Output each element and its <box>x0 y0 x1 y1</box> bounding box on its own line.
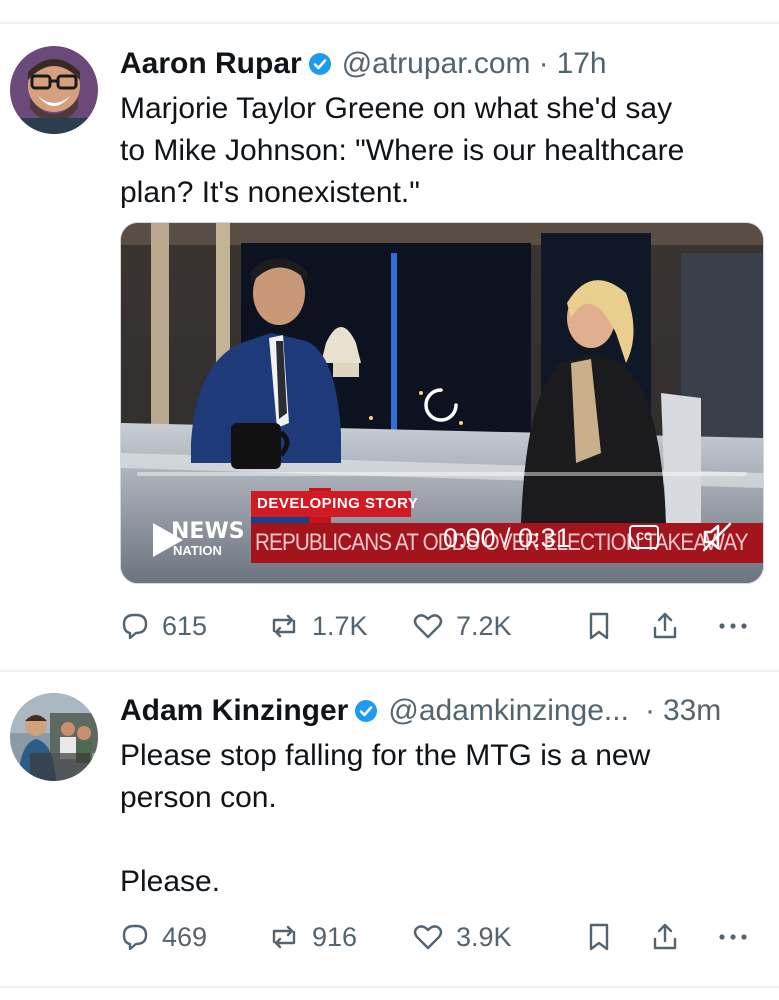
author-name[interactable]: Adam Kinzinger <box>120 694 348 728</box>
bookmark-icon <box>589 923 609 951</box>
more-icon <box>719 623 747 629</box>
progress-track[interactable] <box>137 472 747 476</box>
heart-icon <box>413 925 443 950</box>
verified-badge-icon <box>354 699 378 723</box>
tweet-header: Adam Kinzinger @adamkinzinge... · 33m <box>120 693 770 729</box>
share-icon <box>653 612 677 639</box>
reply-count: 615 <box>162 610 208 641</box>
repost-button[interactable]: 916 <box>268 917 357 957</box>
more-button[interactable] <box>716 606 762 646</box>
tweet-divider <box>0 670 779 672</box>
avatar[interactable] <box>10 46 98 134</box>
share-icon <box>653 923 677 950</box>
captions-button[interactable]: CC <box>629 525 659 549</box>
share-button[interactable] <box>650 917 692 957</box>
reply-icon <box>122 613 148 640</box>
video-player[interactable]: DEVELOPING STORY NEWS NATION REPUBLICANS… <box>120 222 764 584</box>
repost-icon <box>272 925 296 949</box>
author-handle[interactable]: @adamkinzinge... <box>388 694 629 728</box>
like-button[interactable]: 3.9K <box>412 917 512 957</box>
repost-count: 1.7K <box>312 610 368 641</box>
tweet-adam-kinzinger[interactable]: Adam Kinzinger @adamkinzinge... · 33m Pl… <box>0 693 779 993</box>
mute-button[interactable] <box>701 521 733 558</box>
tweet-time[interactable]: 17h <box>557 47 607 81</box>
reply-count: 469 <box>162 921 208 952</box>
author-handle[interactable]: @atrupar.com <box>342 47 531 81</box>
tweet-header: Aaron Rupar @atrupar.com · 17h <box>120 46 607 82</box>
tweet-actions: 469 916 3.9K <box>120 917 760 957</box>
bookmark-button[interactable] <box>586 917 624 957</box>
like-count: 7.2K <box>456 610 512 641</box>
tweet-aaron-rupar[interactable]: Aaron Rupar @atrupar.com · 17h Marjorie … <box>0 46 779 666</box>
separator-dot: · <box>644 694 655 727</box>
author-name[interactable]: Aaron Rupar <box>120 47 302 81</box>
bookmark-button[interactable] <box>586 606 624 646</box>
like-button[interactable]: 7.2K <box>412 606 512 646</box>
muted-speaker-icon <box>702 522 732 552</box>
tweet-text: Marjorie Taylor Greene on what she'd say… <box>120 92 685 209</box>
repost-icon <box>272 614 296 638</box>
bookmark-icon <box>589 612 609 640</box>
tweet-time[interactable]: 33m <box>663 694 721 728</box>
more-icon <box>719 934 747 940</box>
more-button[interactable] <box>716 917 762 957</box>
avatar[interactable] <box>10 693 98 781</box>
reply-button[interactable]: 469 <box>120 917 207 957</box>
play-button[interactable] <box>151 521 185 564</box>
bottom-divider <box>0 986 779 988</box>
repost-count: 916 <box>312 921 358 952</box>
cc-icon-label: CC <box>636 531 652 543</box>
chyron-tag: DEVELOPING STORY <box>257 495 419 512</box>
share-button[interactable] <box>650 606 692 646</box>
reply-button[interactable]: 615 <box>120 606 207 646</box>
like-count: 3.9K <box>456 921 512 952</box>
loading-spinner-icon <box>423 387 459 428</box>
verified-badge-icon <box>308 52 332 76</box>
reply-icon <box>122 924 148 951</box>
video-timestamp: 0:00 / 0:31 <box>443 523 571 553</box>
heart-icon <box>413 614 443 639</box>
tweet-actions: 615 1.7K 7.2K <box>120 606 760 646</box>
top-divider <box>0 22 779 24</box>
play-icon <box>153 523 183 557</box>
repost-button[interactable]: 1.7K <box>268 606 368 646</box>
separator-dot: · <box>538 47 549 80</box>
tweet-text: Please stop falling for the MTG is a new… <box>120 739 651 898</box>
